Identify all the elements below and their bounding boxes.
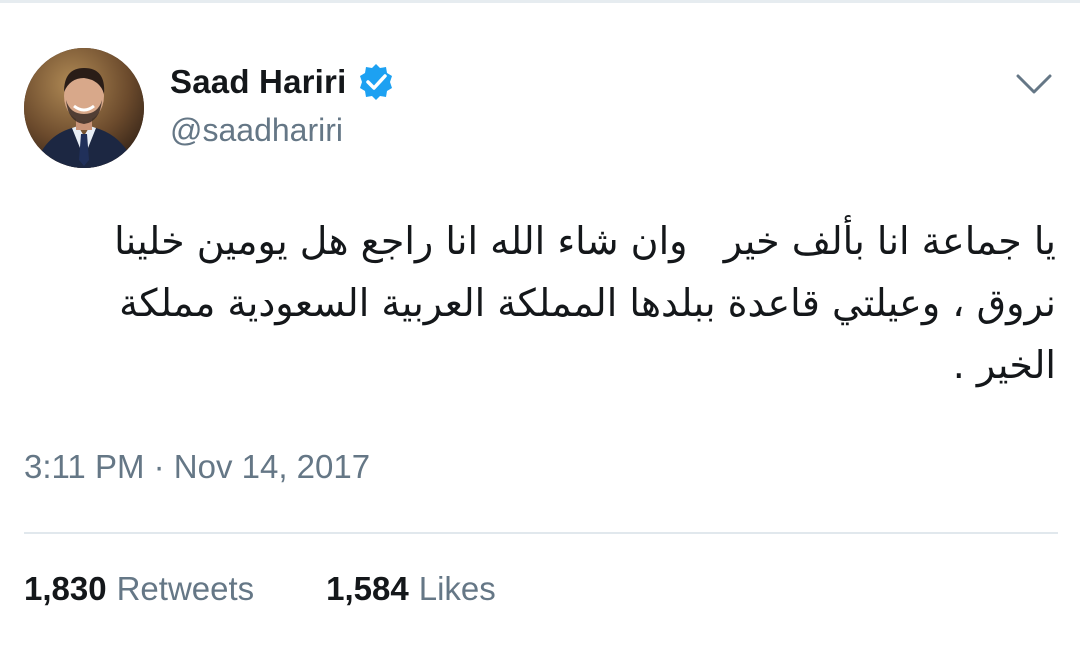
display-name[interactable]: Saad Hariri — [170, 63, 346, 101]
author-name-row: Saad Hariri — [170, 62, 396, 102]
top-border — [0, 0, 1080, 3]
retweets-count: 1,830 — [24, 570, 107, 607]
likes-count: 1,584 — [326, 570, 409, 607]
avatar-image — [24, 48, 144, 168]
divider — [24, 532, 1058, 534]
chevron-down-icon[interactable] — [1014, 70, 1054, 98]
likes-stat[interactable]: 1,584 Likes — [326, 570, 496, 608]
retweets-stat[interactable]: 1,830 Retweets — [24, 570, 254, 608]
tweet-text: يا جماعة انا بألف خير وان شاء الله انا ر… — [101, 219, 1056, 387]
tweet-timestamp[interactable]: 3:11 PM · Nov 14, 2017 — [24, 448, 370, 486]
retweets-label: Retweets — [116, 570, 255, 607]
author-handle[interactable]: @saadhariri — [170, 112, 343, 149]
verified-badge-icon — [360, 64, 393, 100]
avatar[interactable] — [24, 48, 144, 168]
likes-label: Likes — [418, 570, 496, 607]
tweet-stats: 1,830 Retweets 1,584 Likes — [24, 570, 496, 608]
